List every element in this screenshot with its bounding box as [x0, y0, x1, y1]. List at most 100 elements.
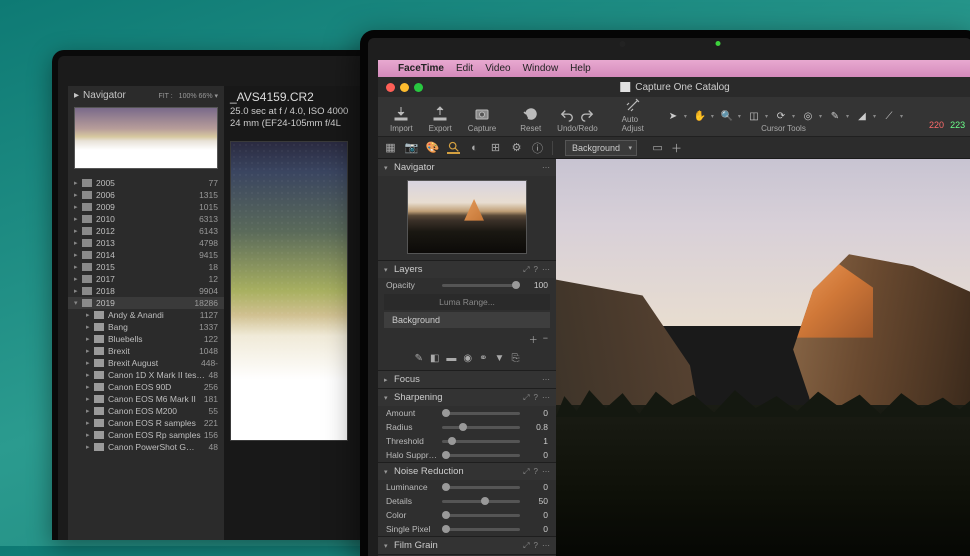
noise-slider[interactable]: [442, 500, 520, 503]
expand-icon[interactable]: ⤢: [523, 393, 529, 403]
noise-slider[interactable]: [442, 528, 520, 531]
sharpening-slider[interactable]: [442, 412, 520, 415]
image-viewer[interactable]: [556, 159, 970, 556]
folder-row[interactable]: ▾201918286: [68, 297, 224, 309]
subfolder-row[interactable]: ▸Brexit August448-: [68, 357, 224, 369]
folder-row[interactable]: ▸201712: [68, 273, 224, 285]
menu-icon[interactable]: ⋯: [542, 375, 550, 384]
folder-row[interactable]: ▸200577: [68, 177, 224, 189]
layer-plus-icon[interactable]: ＋: [670, 141, 683, 154]
subfolder-row[interactable]: ▸Brexit1048: [68, 345, 224, 357]
folder-row[interactable]: ▸201518: [68, 261, 224, 273]
subfolder-row[interactable]: ▸Canon EOS M6 Mark II181: [68, 393, 224, 405]
noise-section-header[interactable]: ▾Noise Reduction⤢?⋯: [378, 463, 556, 480]
folder-row[interactable]: ▸20189904: [68, 285, 224, 297]
luma-range-button[interactable]: Luma Range...: [384, 294, 550, 310]
metadata-tab-icon[interactable]: ⓘ: [531, 141, 544, 154]
navigator-header[interactable]: ▸ Navigator FIT : 100% 66% ▾: [68, 86, 224, 105]
help-icon[interactable]: ?: [534, 467, 538, 477]
adjust-tab-icon[interactable]: ⚙: [510, 141, 523, 154]
folder-row[interactable]: ▸20091015: [68, 201, 224, 213]
undo-button[interactable]: [560, 108, 574, 122]
menu-icon[interactable]: ⋯: [542, 265, 550, 275]
library-tab-icon[interactable]: ▦: [384, 141, 397, 154]
opacity-slider[interactable]: [442, 284, 520, 287]
exposure-tab-icon[interactable]: ◐: [468, 141, 481, 154]
navigator-thumbnail[interactable]: [74, 107, 218, 169]
zoom-window-button[interactable]: [414, 83, 423, 92]
subfolder-row[interactable]: ▸Canon PowerShot G…48: [68, 441, 224, 453]
gradient-tool[interactable]: ◢: [853, 108, 871, 124]
folder-row[interactable]: ▸20061315: [68, 189, 224, 201]
details-tab-icon[interactable]: ⊞: [489, 141, 502, 154]
menu-icon[interactable]: ⋯: [542, 163, 550, 172]
loupe-image[interactable]: [230, 141, 348, 441]
import-button[interactable]: Import: [384, 106, 419, 133]
copy-icon[interactable]: ⎘: [511, 353, 519, 364]
brush-tool[interactable]: ✎: [826, 108, 844, 124]
subfolder-row[interactable]: ▸Andy & Anandi1127: [68, 309, 224, 321]
navigator-preview[interactable]: [407, 180, 527, 254]
menu-facetime[interactable]: FaceTime: [398, 63, 444, 74]
main-toolbar: Import Export Capture Reset Undo/Redo Au…: [378, 97, 970, 137]
color-tab-icon[interactable]: 🎨: [426, 141, 439, 154]
expand-icon[interactable]: ⤢: [523, 467, 529, 477]
delete-layer-icon[interactable]: −: [543, 333, 548, 346]
noise-slider[interactable]: [442, 514, 520, 517]
folder-row[interactable]: ▸20134798: [68, 237, 224, 249]
redo-button[interactable]: [580, 108, 594, 122]
subfolder-row[interactable]: ▸Canon EOS M20055: [68, 405, 224, 417]
layer-select[interactable]: Background: [565, 140, 637, 156]
noise-slider[interactable]: [442, 486, 520, 489]
expand-icon[interactable]: ⤢: [523, 265, 529, 275]
help-icon[interactable]: ?: [534, 393, 538, 403]
close-window-button[interactable]: [386, 83, 395, 92]
subfolder-row[interactable]: ▸Bluebells122: [68, 333, 224, 345]
sharpening-section-header[interactable]: ▾Sharpening⤢?⋯: [378, 389, 556, 406]
brush-icon[interactable]: ✎: [415, 353, 423, 364]
capture-button[interactable]: Capture: [462, 106, 502, 133]
radial-gradient-icon[interactable]: ◉: [463, 353, 472, 364]
picker-tool[interactable]: ⟋: [880, 108, 898, 124]
reset-button[interactable]: Reset: [514, 106, 547, 133]
export-button[interactable]: Export: [423, 106, 458, 133]
menu-window[interactable]: Window: [523, 63, 559, 74]
focus-section-header[interactable]: ▸Focus⋯: [378, 371, 556, 388]
sharpening-slider[interactable]: [442, 440, 520, 443]
add-layer-icon[interactable]: ＋: [529, 333, 538, 346]
folder-row[interactable]: ▸20149415: [68, 249, 224, 261]
linear-gradient-icon[interactable]: ▬: [446, 353, 456, 364]
sharpening-slider[interactable]: [442, 426, 520, 429]
layer-background[interactable]: Background: [384, 312, 550, 328]
layers-section-header[interactable]: ▾Layers⤢?⋯: [378, 261, 556, 278]
auto-adjust-button[interactable]: Auto Adjust: [616, 97, 650, 133]
subfolder-row[interactable]: ▸Canon 1D X Mark II tes…48: [68, 369, 224, 381]
menu-icon[interactable]: ⋯: [542, 467, 550, 477]
hand-tool[interactable]: ✋: [691, 108, 709, 124]
menu-help[interactable]: Help: [570, 63, 591, 74]
subfolder-row[interactable]: ▸Canon EOS 90D256: [68, 381, 224, 393]
pointer-tool[interactable]: ➤: [664, 108, 682, 124]
subfolder-row[interactable]: ▸Bang1337: [68, 321, 224, 333]
spot-tool[interactable]: ◎: [799, 108, 817, 124]
menu-video[interactable]: Video: [485, 63, 510, 74]
crop-tool[interactable]: ◫: [745, 108, 763, 124]
minimize-window-button[interactable]: [400, 83, 409, 92]
lens-tab-icon[interactable]: [447, 141, 460, 154]
navigator-section-header[interactable]: ▾Navigator⋯: [378, 159, 556, 176]
subfolder-row[interactable]: ▸Canon EOS R samples221: [68, 417, 224, 429]
eraser-icon[interactable]: ◧: [430, 353, 439, 364]
link-icon[interactable]: ⚭: [479, 353, 487, 364]
rotate-tool[interactable]: ⟳: [772, 108, 790, 124]
layer-add-icon[interactable]: ▭: [651, 141, 664, 154]
fill-icon[interactable]: ▼: [495, 353, 505, 364]
sharpening-slider[interactable]: [442, 454, 520, 457]
folder-row[interactable]: ▸20126143: [68, 225, 224, 237]
menu-icon[interactable]: ⋯: [542, 393, 550, 403]
zoom-tool[interactable]: 🔍: [718, 108, 736, 124]
folder-row[interactable]: ▸20106313: [68, 213, 224, 225]
help-icon[interactable]: ?: [534, 265, 538, 275]
capture-tab-icon[interactable]: 📷: [405, 141, 418, 154]
subfolder-row[interactable]: ▸Canon EOS Rp samples156: [68, 429, 224, 441]
menu-edit[interactable]: Edit: [456, 63, 473, 74]
